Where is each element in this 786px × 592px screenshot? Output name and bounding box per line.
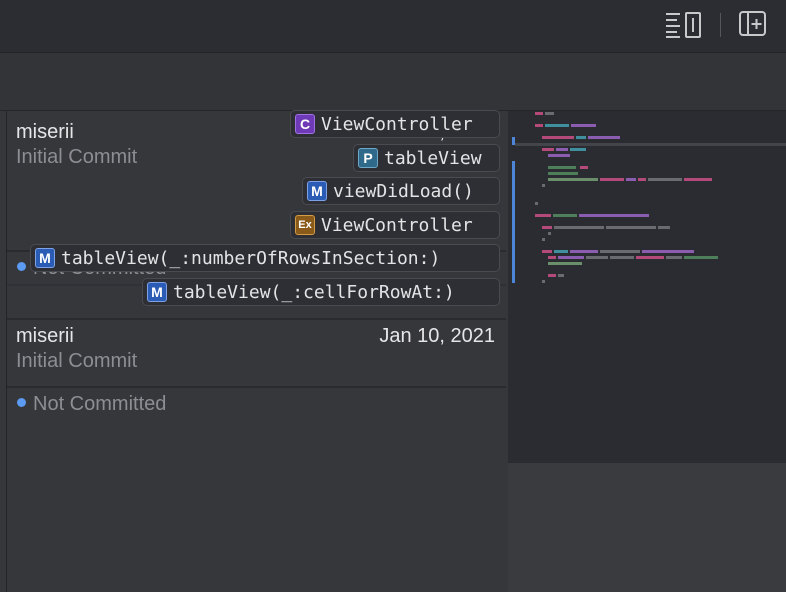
commit-author: miserii — [16, 121, 74, 143]
commit-author: miserii — [16, 325, 74, 347]
status-dot-icon — [17, 398, 26, 408]
symbol-item[interactable]: M tableView(_:cellForRowAt:) — [142, 278, 500, 306]
window-toolbar — [0, 0, 786, 53]
commit-date: Jan 10, 2021 — [379, 325, 495, 347]
symbol-name: ViewController — [321, 113, 473, 135]
change-indicator — [512, 161, 515, 283]
property-icon: P — [358, 148, 378, 168]
add-editor-icon[interactable] — [739, 10, 769, 40]
symbol-item[interactable]: M tableView(_:numberOfRowsInSection:) — [30, 244, 500, 272]
symbol-item[interactable]: P tableView — [353, 144, 500, 172]
status-not-committed: Not Committed — [17, 393, 166, 416]
lower-pane — [508, 463, 786, 592]
symbol-name: tableView(_:numberOfRowsInSection:) — [61, 247, 441, 269]
class-icon: C — [295, 114, 315, 134]
method-icon: M — [307, 181, 327, 201]
symbol-name: tableView(_:cellForRowAt:) — [173, 281, 455, 303]
symbol-name: viewDidLoad() — [333, 180, 474, 202]
method-icon: M — [147, 282, 167, 302]
commit-message: Initial Commit — [16, 146, 138, 168]
symbol-name: tableView — [384, 147, 482, 169]
commit-entry[interactable]: miserii Initial Commit Jan 10, 2021 — [7, 320, 508, 386]
editor-minimap[interactable] — [508, 111, 786, 463]
symbol-item[interactable]: M viewDidLoad() — [302, 177, 500, 205]
symbol-item[interactable]: C ViewController — [290, 110, 500, 138]
commit-message: Initial Commit — [16, 350, 138, 372]
toolbar-separator — [720, 13, 721, 37]
symbol-name: ViewController — [321, 214, 473, 236]
jump-bar — [0, 53, 786, 111]
divider — [7, 386, 506, 388]
status-label: Not Committed — [33, 393, 167, 415]
status-dot-icon — [17, 262, 26, 272]
inspector-list-icon[interactable] — [666, 10, 701, 40]
minimap-viewport[interactable] — [515, 143, 786, 146]
method-icon: M — [35, 248, 55, 268]
extension-icon: Ex — [295, 215, 315, 235]
symbol-item[interactable]: Ex ViewController — [290, 211, 500, 239]
